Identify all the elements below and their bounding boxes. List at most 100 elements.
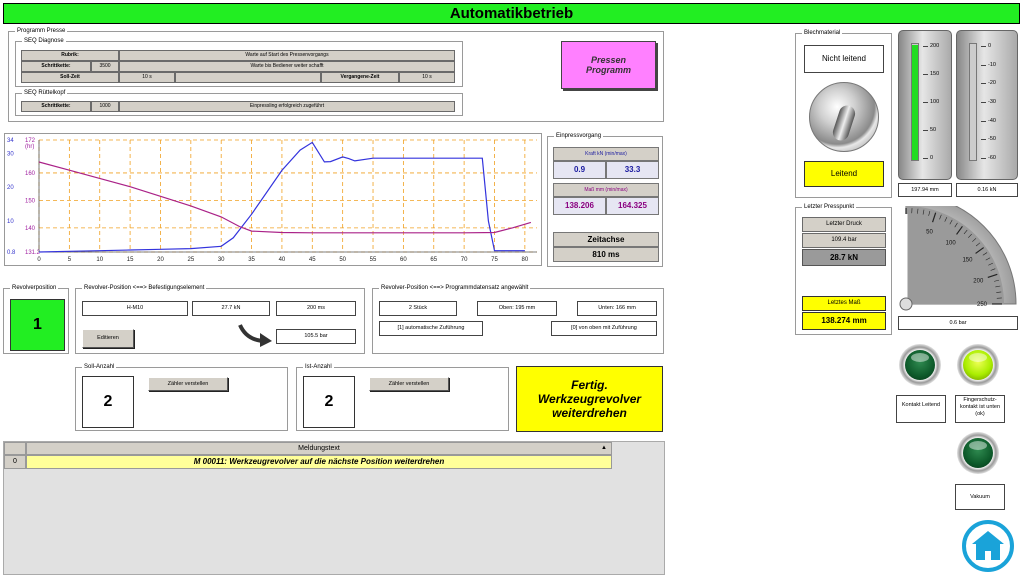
befestigung-label: Revolver-Position <==> Befestigungseleme… — [82, 284, 207, 292]
meldungen-row[interactable]: M 00011: Werkzeugrevolver auf die nächst… — [26, 455, 612, 469]
programm-stueck: 2 Stück — [379, 301, 457, 316]
gauge-tick-mark — [981, 83, 986, 85]
gauge-tick-mark — [923, 130, 928, 131]
x-tick-label: 10 — [96, 257, 103, 263]
seq-ruettel-group: SEQ Rüttelkopf Schrittkette: 1000 Einpre… — [15, 89, 463, 116]
x-tick-label: 50 — [339, 257, 346, 263]
kraft-gauge-ticks: 0 -10 -20 -30 -40 -50 -60 — [981, 43, 1015, 161]
dial-tick-label: 100 — [946, 241, 957, 247]
befestigung-group: Revolver-Position <==> Befestigungseleme… — [75, 284, 365, 354]
x-tick-label: 75 — [491, 257, 498, 263]
seq-diagnose-label: SEQ Diagnose — [22, 37, 66, 45]
gauge-tick-label: 100 — [930, 99, 940, 105]
ist-zaehler-verstellen-button[interactable]: Zähler verstellen — [369, 377, 449, 391]
gauge-tick-label: -10 — [988, 61, 996, 68]
gauge-tick-label: 150 — [930, 71, 940, 77]
dial-hub — [899, 297, 913, 311]
sollzeit-label: Soll-Zeit — [21, 72, 119, 83]
kraft-max-value: 33.3 — [606, 161, 659, 179]
chart-svg: 0 5 10 15 20 25 30 35 40 45 50 55 60 65 70 75 80 34 30 20 10… — [7, 138, 537, 263]
x-tick-label: 20 — [157, 257, 164, 263]
gauge-tick-mark — [981, 158, 986, 159]
x-tick-label: 15 — [127, 257, 134, 263]
curved-arrow-icon — [238, 324, 272, 347]
schrittkette-number: 3500 — [91, 61, 119, 72]
x-tick-label: 80 — [522, 257, 529, 263]
meldungen-panel: Meldungstext ▲ 0 M 00011: Werkzeugrevolv… — [3, 441, 665, 575]
einpressvorgang-group: Einpressvorgang Kraft kN (min/max) 0.9 3… — [547, 132, 663, 267]
pressen-programm-label: Pressen Programm — [585, 55, 631, 75]
kontakt-leitend-led — [899, 344, 941, 386]
x-tick-label: 35 — [248, 257, 255, 263]
kraft-min-value: 0.9 — [553, 161, 606, 179]
weg-gauge-ticks: 200 150 100 50 0 — [923, 43, 949, 161]
zeitachse-header: Zeitachse — [553, 232, 659, 247]
soll-anzahl-value: 2 — [82, 376, 134, 428]
editieren-button[interactable]: Editieren — [82, 329, 134, 348]
blechmaterial-group: Blechmaterial Nicht leitend Leitend — [795, 29, 892, 198]
sort-ascending-icon[interactable]: ▲ — [601, 443, 607, 454]
meldungen-header-index — [4, 442, 26, 455]
einpressvorgang-label: Einpressvorgang — [554, 132, 604, 140]
gauge-tick-label: -60 — [988, 155, 996, 161]
soll-zaehler-verstellen-button[interactable]: Zähler verstellen — [148, 377, 228, 391]
gauge-tick-mark — [923, 74, 928, 75]
fertig-message: Fertig. Werkzeugrevolver weiterdrehen — [516, 366, 663, 432]
befestigung-kraft: 27.7 kN — [192, 301, 270, 316]
meldungen-row-index: 0 — [4, 455, 26, 469]
x-tick-label: 40 — [279, 257, 286, 263]
gauge-tick-label: 0 — [930, 155, 934, 161]
seq-diagnose-group: SEQ Diagnose Rubrik: Warte auf Start des… — [15, 37, 463, 87]
kraft-weg-chart: 0 5 10 15 20 25 30 35 40 45 50 55 60 65 70 75 80 34 30 20 10… — [4, 133, 542, 266]
programmdatensatz-group: Revolver-Position <==> Programmdatensatz… — [372, 284, 664, 354]
toggle-switch-icon[interactable] — [809, 82, 879, 152]
x-tick-label: 0 — [37, 257, 41, 263]
leitend-indicator: Leitend — [804, 161, 884, 187]
x-tick-label: 70 — [461, 257, 468, 263]
right-axis-label: 131.2 — [25, 250, 41, 256]
gauge-tick-mark — [923, 102, 928, 103]
weg-gauge-value: 197.94 mm — [898, 183, 952, 197]
meldungen-header[interactable]: Meldungstext ▲ — [26, 442, 612, 455]
fertig-message-text: Fertig. Werkzeugrevolver weiterdrehen — [537, 378, 642, 420]
letzter-presspunkt-label: Letzter Presspunkt — [802, 203, 857, 211]
x-tick-label: 65 — [430, 257, 437, 263]
gauge-tick-label: -40 — [988, 117, 996, 124]
kraft-header: Kraft kN (min/max) — [553, 147, 659, 161]
letztes-mass-value: 138.274 mm — [802, 312, 886, 330]
gauge-tick-label: -50 — [988, 136, 996, 143]
dial-tick-label: 250 — [977, 302, 988, 308]
gauge-tick-label: 0 — [988, 43, 992, 49]
pressen-programm-button[interactable]: Pressen Programm — [561, 41, 656, 89]
ruettel-schrittkette-label: Schrittkette: — [21, 101, 91, 112]
kraft-gauge-track — [969, 43, 977, 161]
weg-gauge-track — [911, 43, 919, 161]
left-axis-label: 34 — [7, 138, 14, 144]
weg-gauge: 200 150 100 50 0 — [898, 30, 952, 180]
letzter-druck-label: Letzter Druck — [802, 217, 886, 232]
kontakt-leitend-label: Kontakt Leitend — [896, 395, 946, 423]
soll-anzahl-group: Soll-Anzahl 2 Zähler verstellen — [75, 363, 288, 431]
ist-anzahl-value: 2 — [303, 376, 355, 428]
gauge-tick-label: -20 — [988, 80, 996, 87]
x-tick-label: 25 — [187, 257, 194, 263]
rubrik-label: Rubrik: — [21, 50, 119, 61]
x-tick-label: 5 — [68, 257, 72, 263]
revolverposition-value: 1 — [10, 299, 65, 351]
programm-oben: Oben: 195 mm — [477, 301, 557, 316]
left-axis-label: 20 — [7, 185, 14, 191]
letztes-mass-label: Letztes Maß — [802, 296, 886, 311]
page-title: Automatikbetrieb — [3, 3, 1020, 24]
meldungen-header-label: Meldungstext — [298, 445, 340, 452]
gauge-tick-mark — [981, 64, 986, 66]
x-tick-label: 45 — [309, 257, 316, 263]
weg-gauge-fill — [912, 45, 918, 160]
vergangen-label: Vergangene-Zeit — [321, 72, 399, 83]
vergangen-value: 10 s — [399, 72, 455, 83]
left-axis-label: 0.8 — [7, 250, 16, 256]
revolverposition-group: Revolverposition 1 — [3, 284, 69, 354]
mass-max-value: 164.325 — [606, 197, 659, 215]
home-button[interactable] — [962, 520, 1014, 572]
mass-header: Maß mm (min/max) — [553, 183, 659, 197]
druck-dial-gauge: 50 100 150 200 250 — [896, 206, 1018, 314]
